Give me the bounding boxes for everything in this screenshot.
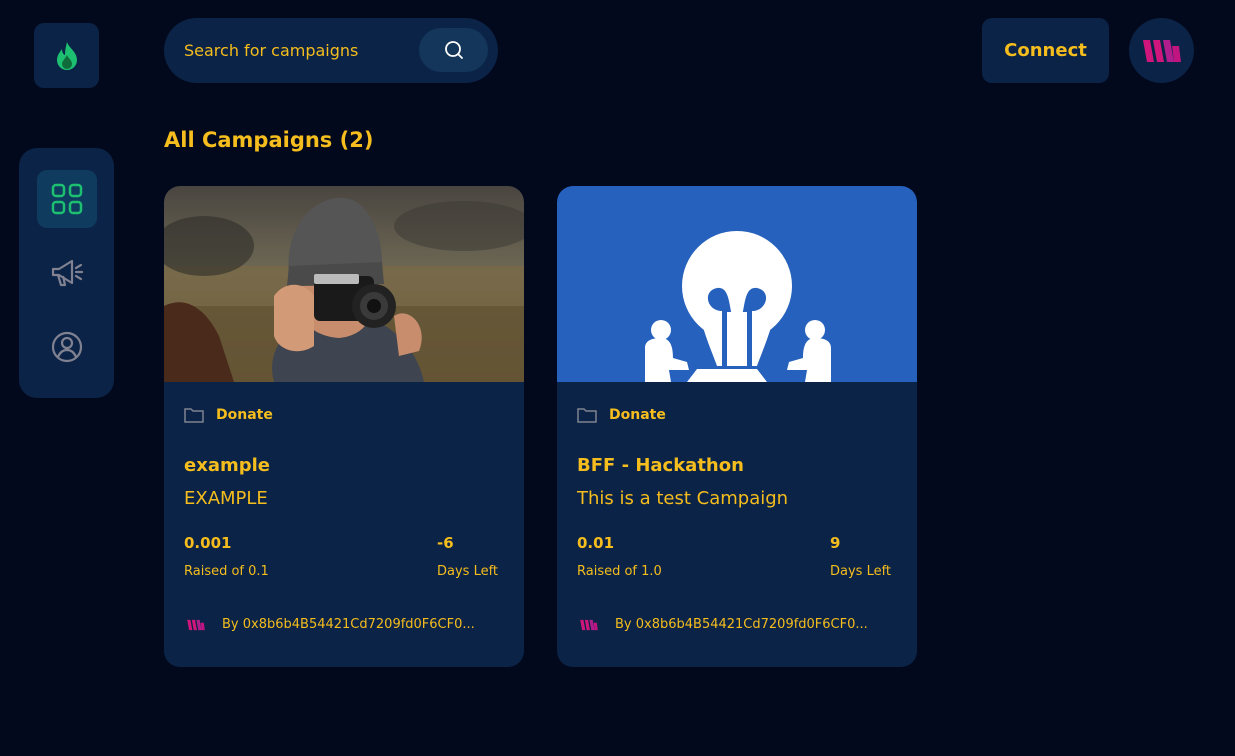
- search-button[interactable]: [419, 28, 488, 72]
- campaign-description: EXAMPLE: [184, 488, 268, 509]
- sidebar: [19, 148, 114, 398]
- category-label: Donate: [216, 407, 273, 423]
- owner-row: By 0x8b6b4B54421Cd7209fd0F6CF0...: [186, 617, 484, 632]
- search-bar: [164, 18, 498, 83]
- campaign-description: This is a test Campaign: [577, 488, 789, 509]
- days-left-value: 9: [830, 534, 841, 552]
- search-input[interactable]: [184, 35, 414, 65]
- campaign-title: BFF - Hackathon: [577, 455, 744, 476]
- days-left-value: -6: [437, 534, 454, 552]
- campaign-title: example: [184, 455, 270, 476]
- owner-address: By 0x8b6b4B54421Cd7209fd0F6CF0...: [222, 617, 475, 632]
- profile-icon: [51, 331, 83, 363]
- category-row: Donate: [184, 407, 273, 423]
- connect-button[interactable]: Connect: [982, 18, 1109, 83]
- raised-amount: 0.01: [577, 534, 615, 552]
- campaign-image: [557, 186, 917, 382]
- brand-logo-icon: [187, 619, 205, 630]
- search-icon: [444, 41, 463, 59]
- page-title: All Campaigns (2): [164, 128, 374, 152]
- dashboard-icon: [51, 183, 83, 215]
- megaphone-icon: [51, 259, 84, 287]
- raised-amount: 0.001: [184, 534, 232, 552]
- category-label: Donate: [609, 407, 666, 423]
- sidebar-item-campaigns[interactable]: [37, 244, 97, 302]
- raised-label: Raised of 1.0: [577, 564, 662, 579]
- owner-row: By 0x8b6b4B54421Cd7209fd0F6CF0...: [579, 617, 877, 632]
- sidebar-item-profile[interactable]: [37, 318, 97, 376]
- brand-logo-icon: [1142, 39, 1181, 62]
- raised-label: Raised of 0.1: [184, 564, 269, 579]
- owner-address: By 0x8b6b4B54421Cd7209fd0F6CF0...: [615, 617, 868, 632]
- campaign-card[interactable]: Donate BFF - Hackathon This is a test Ca…: [557, 186, 917, 667]
- flame-icon: [56, 41, 77, 70]
- days-left-label: Days Left: [437, 564, 499, 579]
- app-logo[interactable]: [34, 23, 99, 88]
- folder-icon: [577, 408, 597, 423]
- category-row: Donate: [577, 407, 666, 423]
- campaign-image: [164, 186, 524, 382]
- days-left-label: Days Left: [830, 564, 892, 579]
- sidebar-item-dashboard[interactable]: [37, 170, 97, 228]
- avatar[interactable]: [1129, 18, 1194, 83]
- folder-icon: [184, 408, 204, 423]
- campaign-card[interactable]: Donate example EXAMPLE 0.001 Raised of 0…: [164, 186, 524, 667]
- brand-logo-icon: [580, 619, 598, 630]
